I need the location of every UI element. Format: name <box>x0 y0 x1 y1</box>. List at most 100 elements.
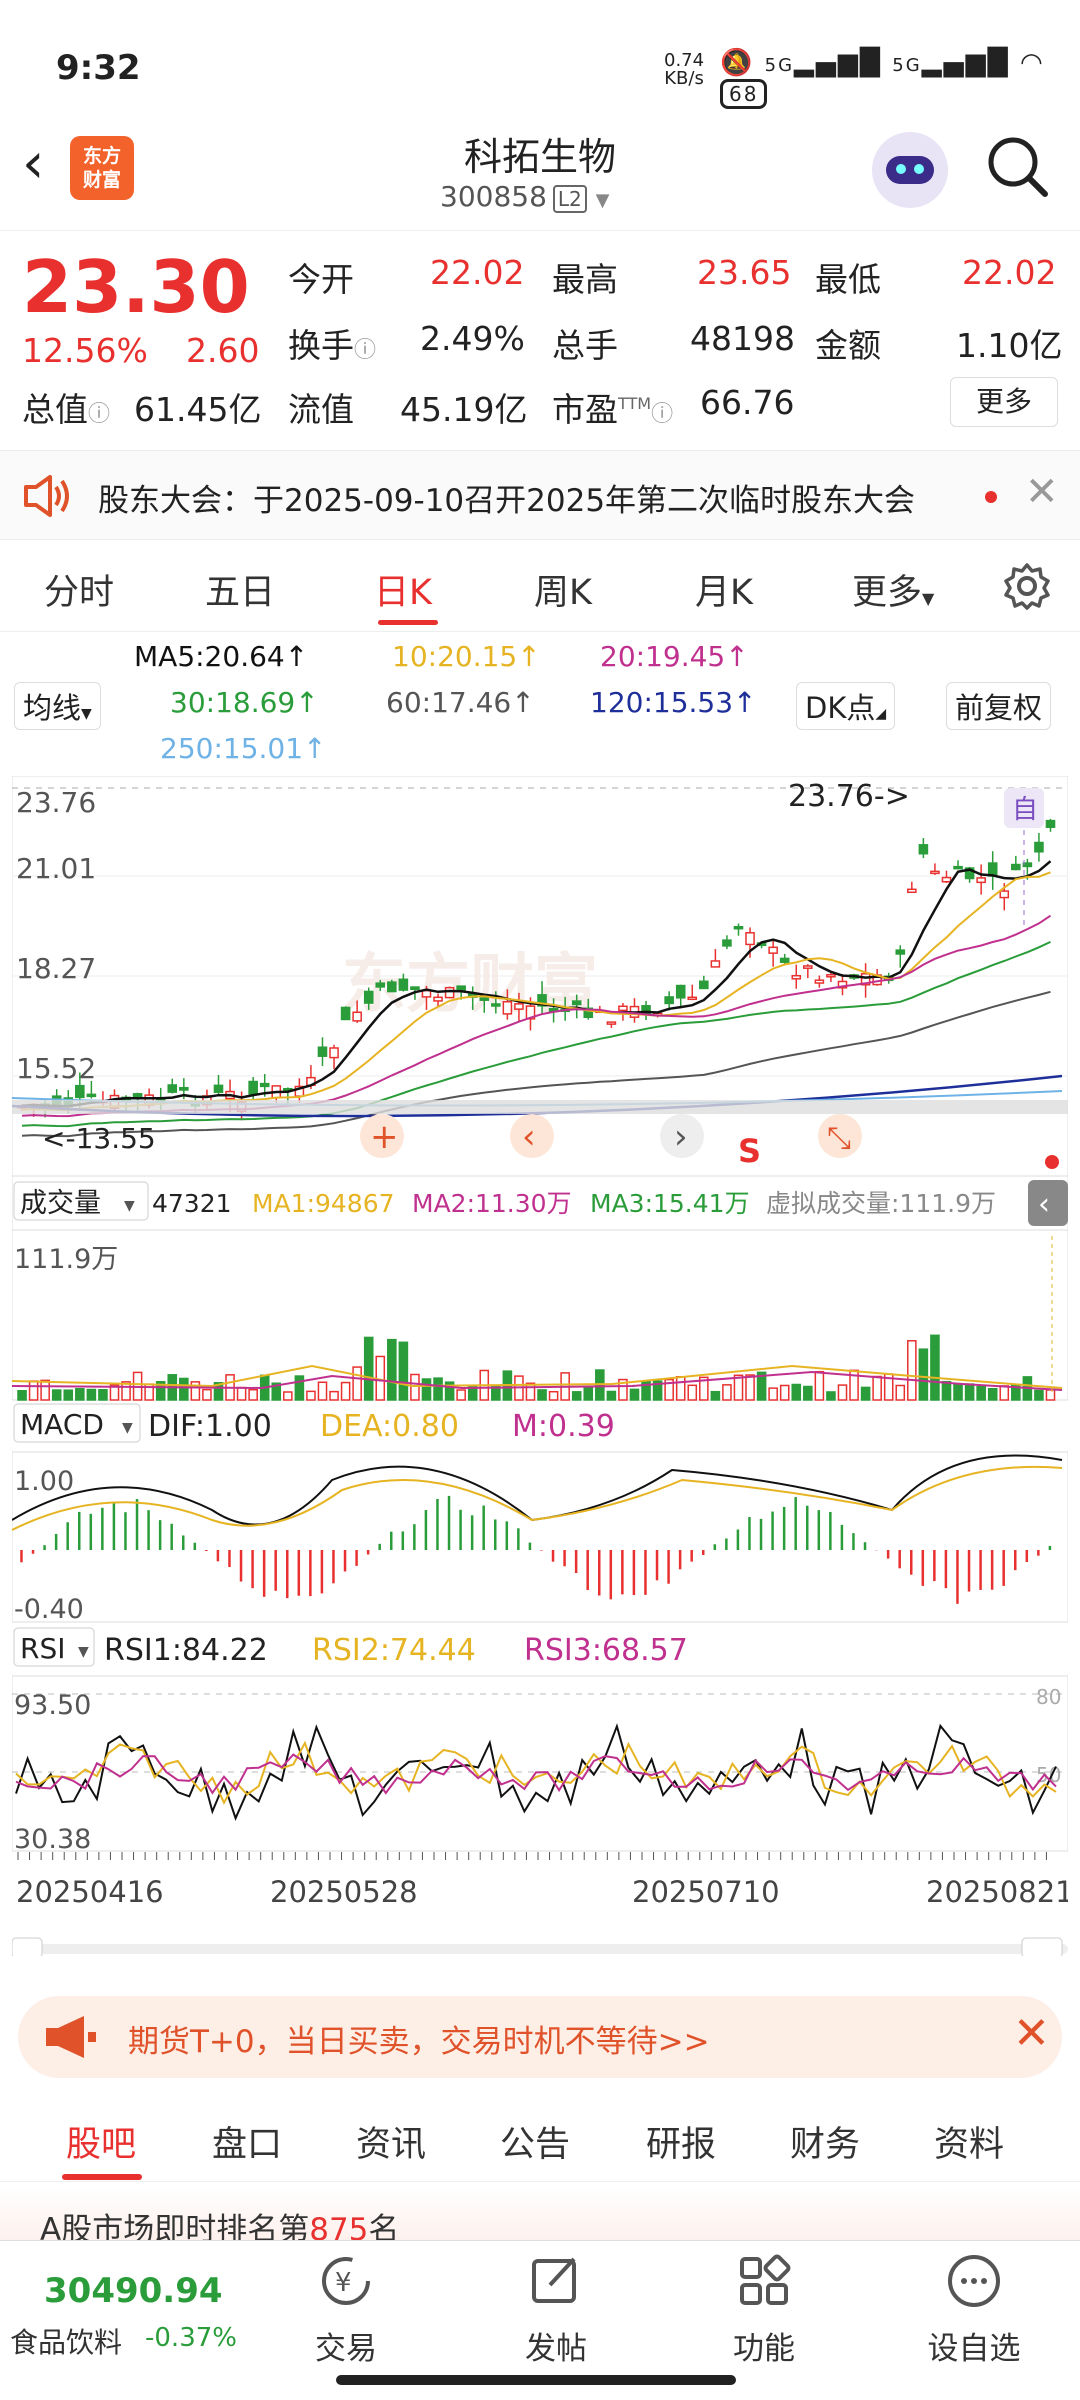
corner-icon: ◢ <box>875 706 887 722</box>
info-icon[interactable]: ⓘ <box>88 402 110 427</box>
unread-dot <box>985 491 997 503</box>
sector-change: -0.37% <box>145 2323 237 2353</box>
volume-bar <box>675 1375 686 1401</box>
tab-news[interactable]: 资讯 <box>356 2116 426 2167</box>
info-icon[interactable]: ⓘ <box>651 402 673 427</box>
speaker-icon <box>24 475 69 517</box>
candle-body <box>363 990 374 1004</box>
add-watchlist-button[interactable]: 设自选 <box>914 2251 1034 2368</box>
candle-body <box>675 984 686 999</box>
tab-monthly-k[interactable]: 月K <box>695 564 753 615</box>
main-price-panel: 东方财富 23.76 21.01 18.27 15.52 23.76-> <-1… <box>12 776 1068 1177</box>
volume-selector-label: 成交量 <box>20 1188 101 1219</box>
candle-body <box>491 1003 501 1007</box>
battery-icon: 68 <box>720 78 768 109</box>
scroll-handle-right[interactable] <box>1021 1937 1063 1956</box>
home-indicator[interactable] <box>336 2375 736 2385</box>
candle-body <box>999 890 1010 899</box>
volume-ma1: MA1:94867 <box>252 1189 395 1218</box>
rank-text: A股市场即时排名第875名 <box>40 2204 399 2242</box>
volume-bar <box>294 1375 305 1401</box>
up-arrow-icon: ↑ <box>511 686 535 719</box>
candle-body <box>433 996 443 1002</box>
volume-bar <box>86 1388 97 1401</box>
date-ticks <box>17 1852 1047 1860</box>
stock-code-selector[interactable]: 300858 L2 ▼ <box>440 180 610 213</box>
tab-intraday[interactable]: 分时 <box>44 564 114 615</box>
grid-icon <box>740 2254 791 2305</box>
mktcap-label-text: 总值 <box>22 390 88 429</box>
promo-banner[interactable]: 期货T+0，当日买卖，交易时机不等待>> ✕ <box>18 1996 1062 2078</box>
volume-bar <box>410 1373 420 1401</box>
dk-point-toggle[interactable]: DK点◢ <box>796 682 896 730</box>
status-icons: 🔕 5G▂▄▆█ 5G▂▄▆█ ◠ 68 <box>720 48 1080 109</box>
tab-research[interactable]: 研报 <box>646 2116 716 2167</box>
tab-profile[interactable]: 资料 <box>934 2116 1004 2167</box>
more-button[interactable]: 更多 <box>950 377 1058 427</box>
candle-body <box>814 979 825 984</box>
candle-body <box>907 888 917 894</box>
kline-chart[interactable]: 东方财富 23.76 21.01 18.27 15.52 23.76-> <-1… <box>12 776 1068 1956</box>
ma60-text: 60:17.46 <box>386 686 512 719</box>
features-button[interactable]: 功能 <box>704 2251 824 2368</box>
signal-icon: ▂▄▆█ <box>794 48 883 78</box>
rsi3-value: RSI3:68.57 <box>524 1633 688 1668</box>
sector-index[interactable]: 30490.94 食品饮料 -0.37% <box>0 2241 250 2371</box>
tab-five-day[interactable]: 五日 <box>205 564 275 615</box>
info-icon[interactable]: ⓘ <box>354 338 376 363</box>
gear-icon[interactable] <box>1003 562 1051 610</box>
tab-weekly-k[interactable]: 周K <box>534 564 592 615</box>
candle-body <box>941 876 952 883</box>
candle-body <box>976 877 986 884</box>
candle-body <box>329 1047 339 1059</box>
volume-bar <box>826 1391 836 1401</box>
rsi2-value: RSI2:74.44 <box>312 1633 476 1668</box>
signal-icon: ▂▄▆█ <box>921 48 1010 78</box>
megaphone-icon <box>46 2016 96 2058</box>
rank-banner[interactable]: A股市场即时排名第875名 <box>0 2186 1080 2242</box>
close-icon[interactable]: ✕ <box>1013 2008 1050 2059</box>
tab-financials[interactable]: 财务 <box>790 2116 860 2167</box>
mute-icon: 🔕 <box>720 48 755 78</box>
volume-value: 48198 <box>690 319 795 358</box>
turnover-value: 2.49% <box>420 319 525 358</box>
candle-body <box>444 986 455 999</box>
price-tick-3: 18.27 <box>16 952 96 985</box>
candle-body <box>502 1000 513 1015</box>
ma-selector[interactable]: 均线▼ <box>14 682 101 730</box>
ma20-text: 20:19.45 <box>600 640 726 673</box>
ma-legend: 均线▼ MA5:20.64↑ 10:20.15↑ 20:19.45↑ 30:18… <box>0 632 1080 772</box>
search-icon[interactable] <box>985 134 1051 200</box>
range-scrollbar[interactable] <box>12 1937 1068 1956</box>
volume-bar <box>363 1336 374 1401</box>
candle-body <box>514 1003 524 1010</box>
tab-daily-k[interactable]: 日K <box>374 564 432 615</box>
volume-bar <box>583 1387 594 1401</box>
tab-forum[interactable]: 股吧 <box>66 2116 136 2167</box>
scroll-handle-left[interactable] <box>12 1937 43 1956</box>
post-button[interactable]: 发帖 <box>496 2251 616 2368</box>
mktcap-value: 61.45亿 <box>134 390 262 429</box>
notice-bar[interactable]: 股东大会：于2025-09-10召开2025年第二次临时股东大会 ✕ <box>0 450 1080 540</box>
volume-bar <box>317 1381 328 1401</box>
turnover-label: 换手ⓘ <box>288 319 376 367</box>
tab-orderbook[interactable]: 盘口 <box>212 2116 282 2167</box>
last-price: 23.30 <box>22 245 250 329</box>
volume-bar <box>398 1341 409 1401</box>
ma20-value: 20:19.45↑ <box>600 640 749 673</box>
adjust-selector[interactable]: 前复权 <box>946 682 1052 730</box>
status-bar: 9:32 0.74 KB/s 🔕 5G▂▄▆█ 5G▂▄▆█ ◠ 68 <box>0 0 1080 130</box>
amount-label: 金额 <box>815 326 881 365</box>
trade-button[interactable]: ¥ 交易 <box>286 2251 406 2368</box>
assistant-robot-icon[interactable] <box>872 132 948 208</box>
close-icon[interactable]: ✕ <box>1025 469 1059 515</box>
m-value: M:0.39 <box>512 1409 615 1444</box>
ma120-text: 120:15.53 <box>590 686 734 719</box>
tab-announcements[interactable]: 公告 <box>500 2116 570 2167</box>
price-tick-1: 23.76 <box>16 786 96 819</box>
up-arrow-icon: ↑ <box>295 686 319 719</box>
tab-more[interactable]: 更多▼ <box>852 564 934 615</box>
candle-body <box>340 1006 351 1021</box>
volume-value: 47321 <box>152 1189 232 1218</box>
up-arrow-icon: ↑ <box>303 732 327 765</box>
